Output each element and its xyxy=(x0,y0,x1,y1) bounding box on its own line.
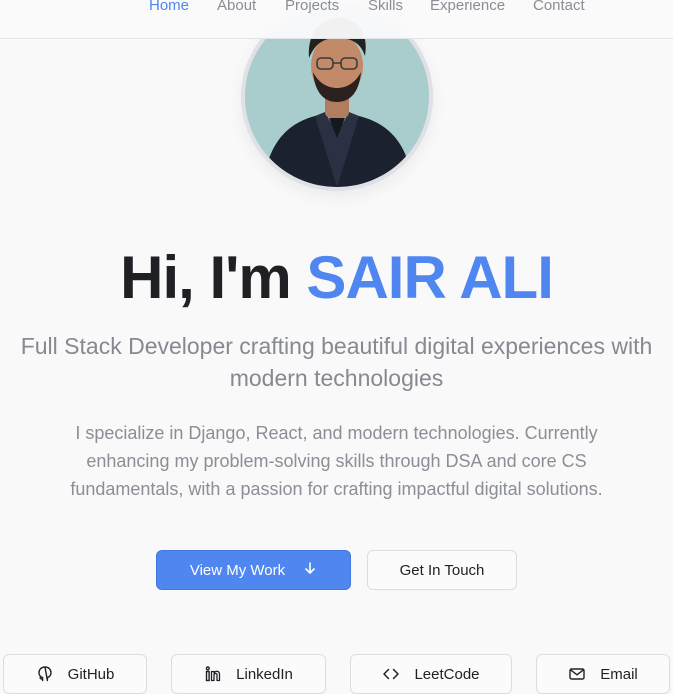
code-icon xyxy=(382,665,400,683)
email-label: Email xyxy=(600,665,638,683)
hero-description: I specialize in Django, React, and moder… xyxy=(70,423,603,499)
top-navigation: Home About Projects Skills Experience Co… xyxy=(0,0,673,39)
get-in-touch-button[interactable]: Get In Touch xyxy=(367,550,517,590)
nav-link-experience[interactable]: Experience xyxy=(430,0,505,14)
linkedin-button[interactable]: LinkedIn xyxy=(171,654,326,694)
mail-icon xyxy=(568,665,586,683)
nav-link-home[interactable]: Home xyxy=(149,0,189,14)
nav-link-about[interactable]: About xyxy=(217,0,256,14)
nav-link-contact[interactable]: Contact xyxy=(533,0,585,14)
github-button[interactable]: GitHub xyxy=(3,654,147,694)
github-label: GitHub xyxy=(67,665,115,683)
hero-headline: Hi, I'm SAIR ALI xyxy=(0,243,673,313)
view-my-work-button[interactable]: View My Work xyxy=(156,550,351,590)
nav-link-projects[interactable]: Projects xyxy=(285,0,339,14)
leetcode-label: LeetCode xyxy=(414,665,480,683)
leetcode-button[interactable]: LeetCode xyxy=(350,654,512,694)
hero-tagline: Full Stack Developer crafting beautiful … xyxy=(20,333,653,391)
github-icon xyxy=(36,665,54,683)
linkedin-label: LinkedIn xyxy=(236,665,293,683)
hero-greeting: Hi, I'm xyxy=(120,244,292,311)
email-button[interactable]: Email xyxy=(536,654,670,694)
hero-name: SAIR ALI xyxy=(306,244,553,311)
get-in-touch-label: Get In Touch xyxy=(399,561,485,579)
arrow-down-icon xyxy=(303,561,317,579)
linkedin-icon xyxy=(204,665,222,683)
view-my-work-label: View My Work xyxy=(189,561,286,579)
nav-link-skills[interactable]: Skills xyxy=(368,0,403,14)
